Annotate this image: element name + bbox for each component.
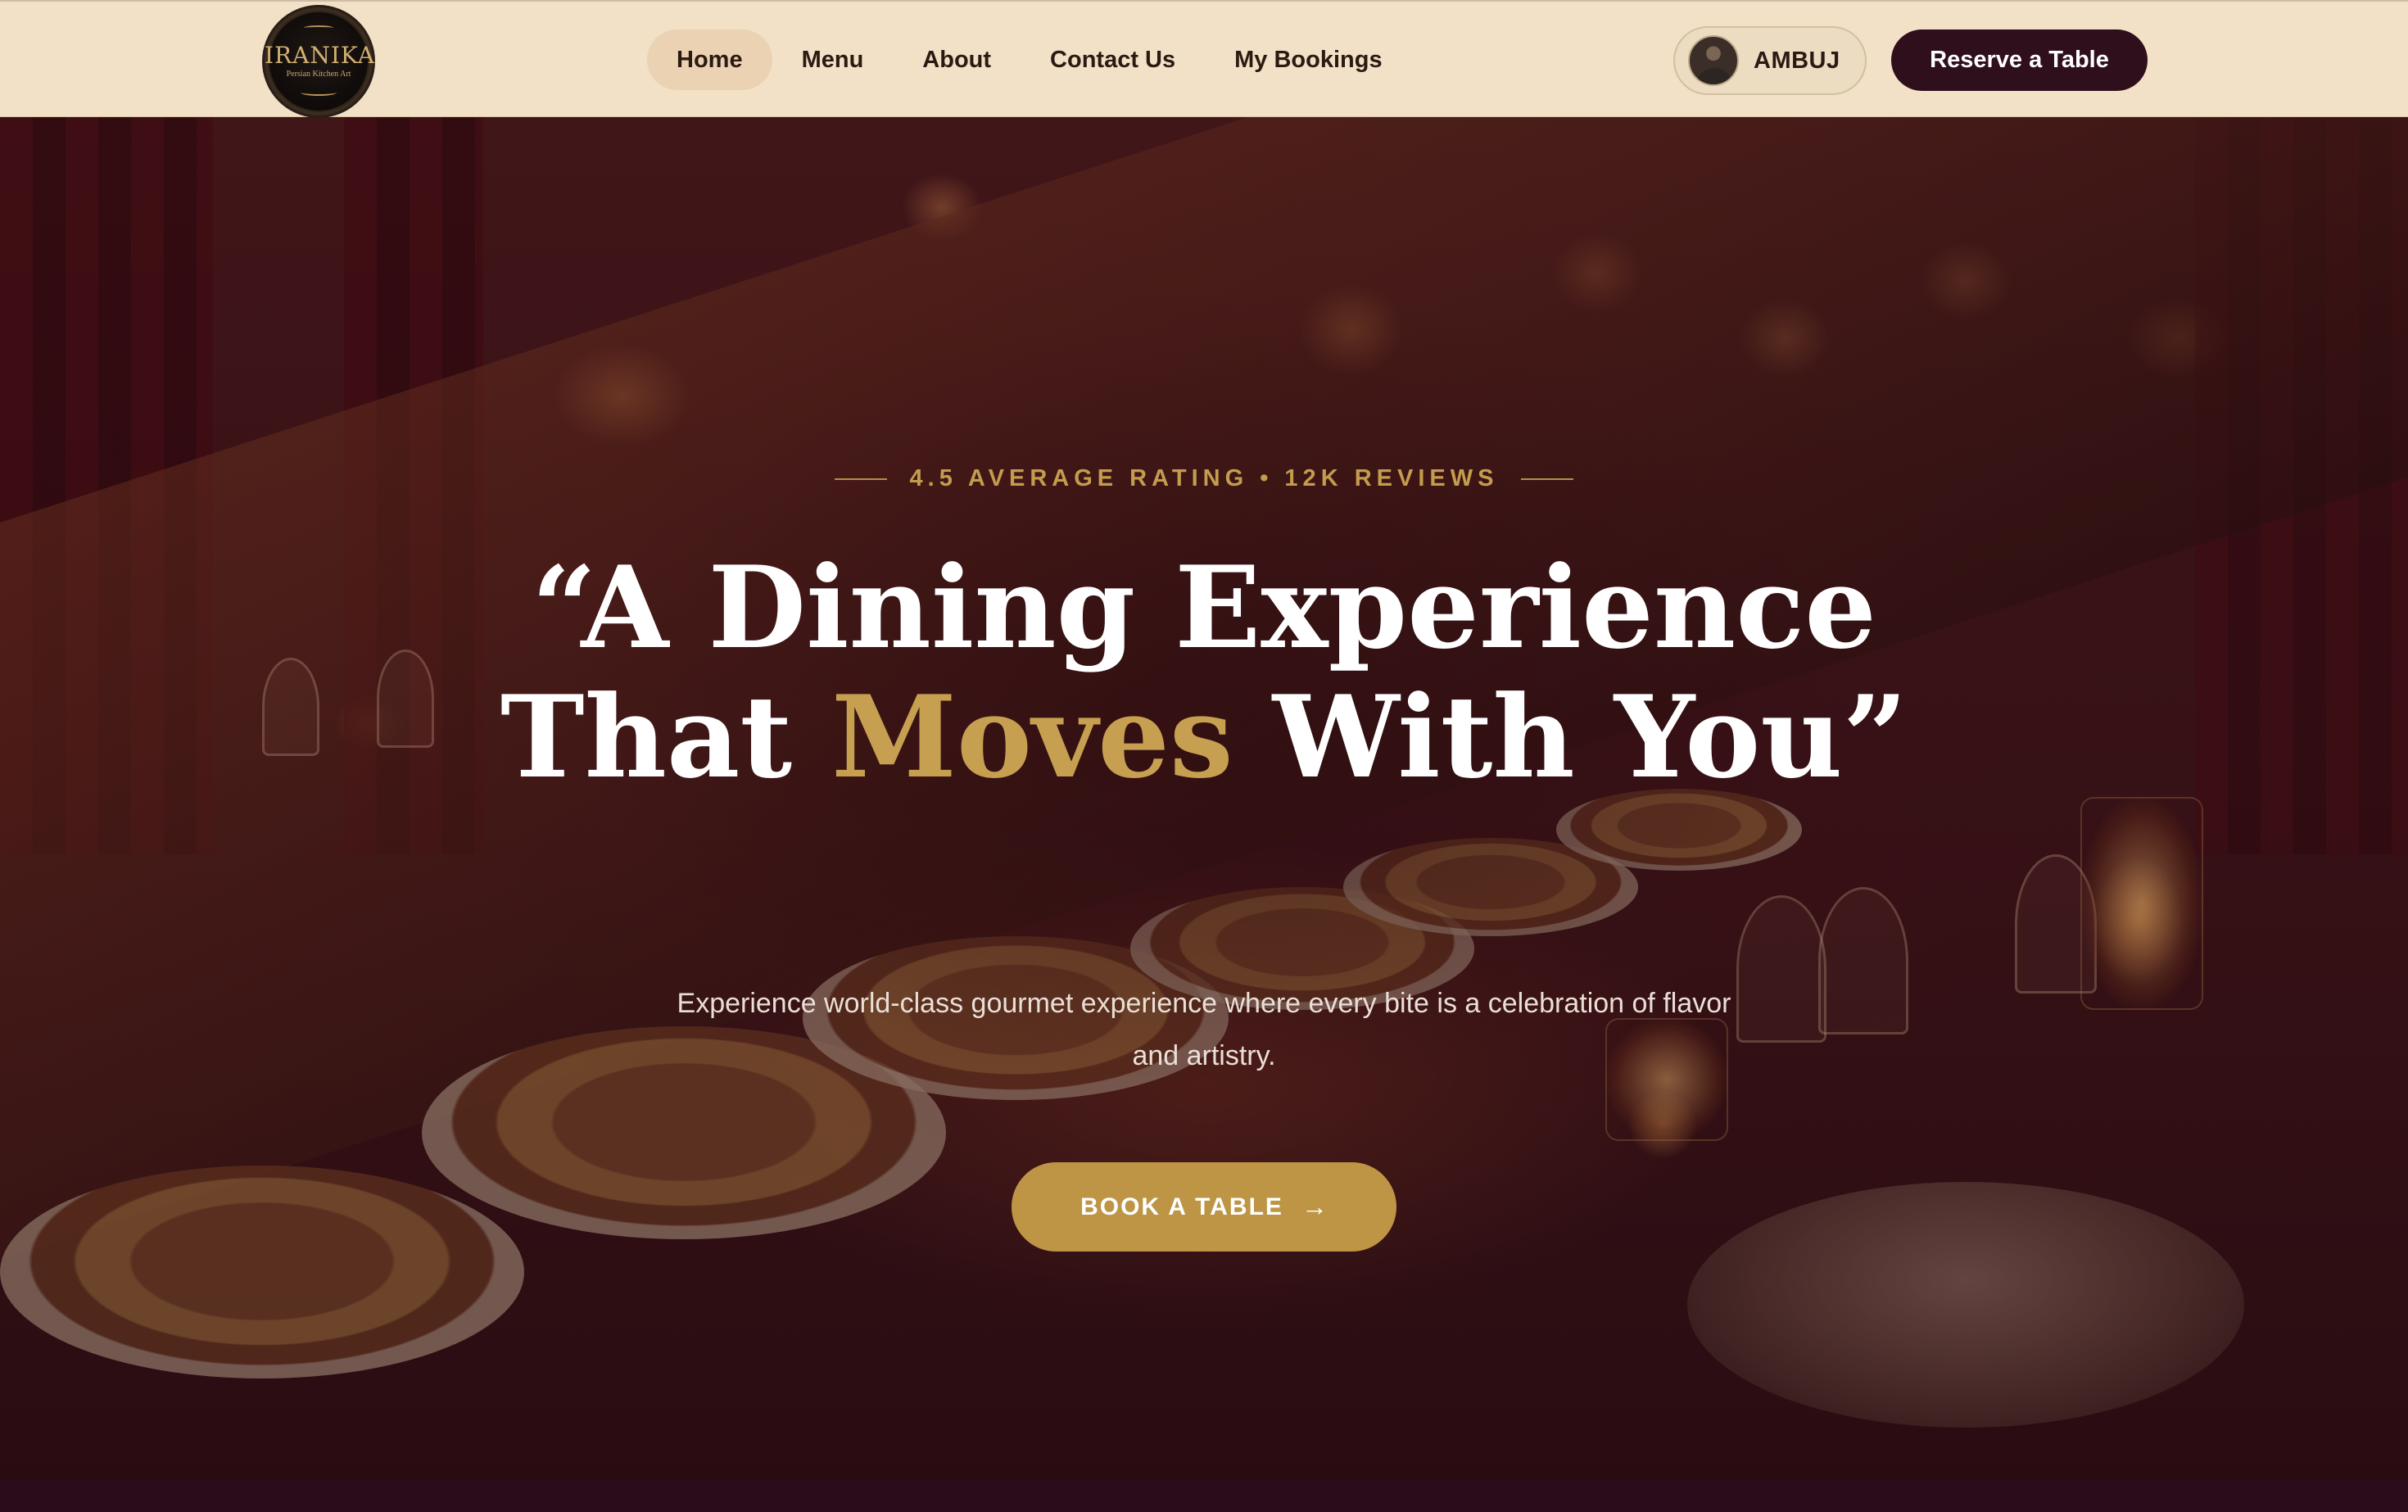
logo-flourish-bottom <box>301 89 337 96</box>
nav-my-bookings[interactable]: My Bookings <box>1205 29 1411 90</box>
rating-line-right <box>1521 478 1574 480</box>
nav-home[interactable]: Home <box>647 29 772 90</box>
user-name: AMBUJ <box>1754 47 1840 74</box>
rating-row: 4.5 AVERAGE RATING • 12K REVIEWS <box>0 465 2408 492</box>
main-nav: Home Menu About Contact Us My Bookings <box>647 29 1412 90</box>
rating-text: 4.5 AVERAGE RATING • 12K REVIEWS <box>909 465 1499 491</box>
user-avatar <box>1688 35 1739 86</box>
reserve-table-button[interactable]: Reserve a Table <box>1891 29 2148 91</box>
headline-line-2-suffix: With You” <box>1233 670 1908 804</box>
avatar-torso <box>1696 68 1732 84</box>
logo-subtitle: Persian Kitchen Art <box>286 70 351 79</box>
brand-logo[interactable]: IRANIKA Persian Kitchen Art <box>262 5 375 118</box>
hero-subtext: Experience world-class gourmet experienc… <box>677 988 1731 1071</box>
book-table-button[interactable]: BOOK A TABLE → <box>1012 1162 1396 1252</box>
hero-section: 4.5 AVERAGE RATING • 12K REVIEWS “A Dini… <box>0 117 2408 1479</box>
nav-about[interactable]: About <box>893 29 1021 90</box>
arrow-right-icon: → <box>1301 1192 1328 1221</box>
logo-text: IRANIKA <box>265 42 375 69</box>
user-profile-button[interactable]: AMBUJ <box>1673 26 1867 95</box>
nav-contact-us[interactable]: Contact Us <box>1021 29 1205 90</box>
next-section-edge <box>0 1479 2408 1512</box>
top-navbar: IRANIKA Persian Kitchen Art Home Menu Ab… <box>0 0 2408 118</box>
headline-line-2-prefix: That <box>500 670 832 804</box>
rating-line-left <box>834 478 887 480</box>
logo-flourish-top <box>304 25 333 30</box>
headline-highlight: Moves <box>831 670 1233 804</box>
hero-headline: “A Dining Experience That Moves With You… <box>0 543 2408 802</box>
book-table-label: BOOK A TABLE <box>1080 1193 1283 1220</box>
nav-menu[interactable]: Menu <box>772 29 894 90</box>
headline-line-1: “A Dining Experience <box>531 541 1877 674</box>
